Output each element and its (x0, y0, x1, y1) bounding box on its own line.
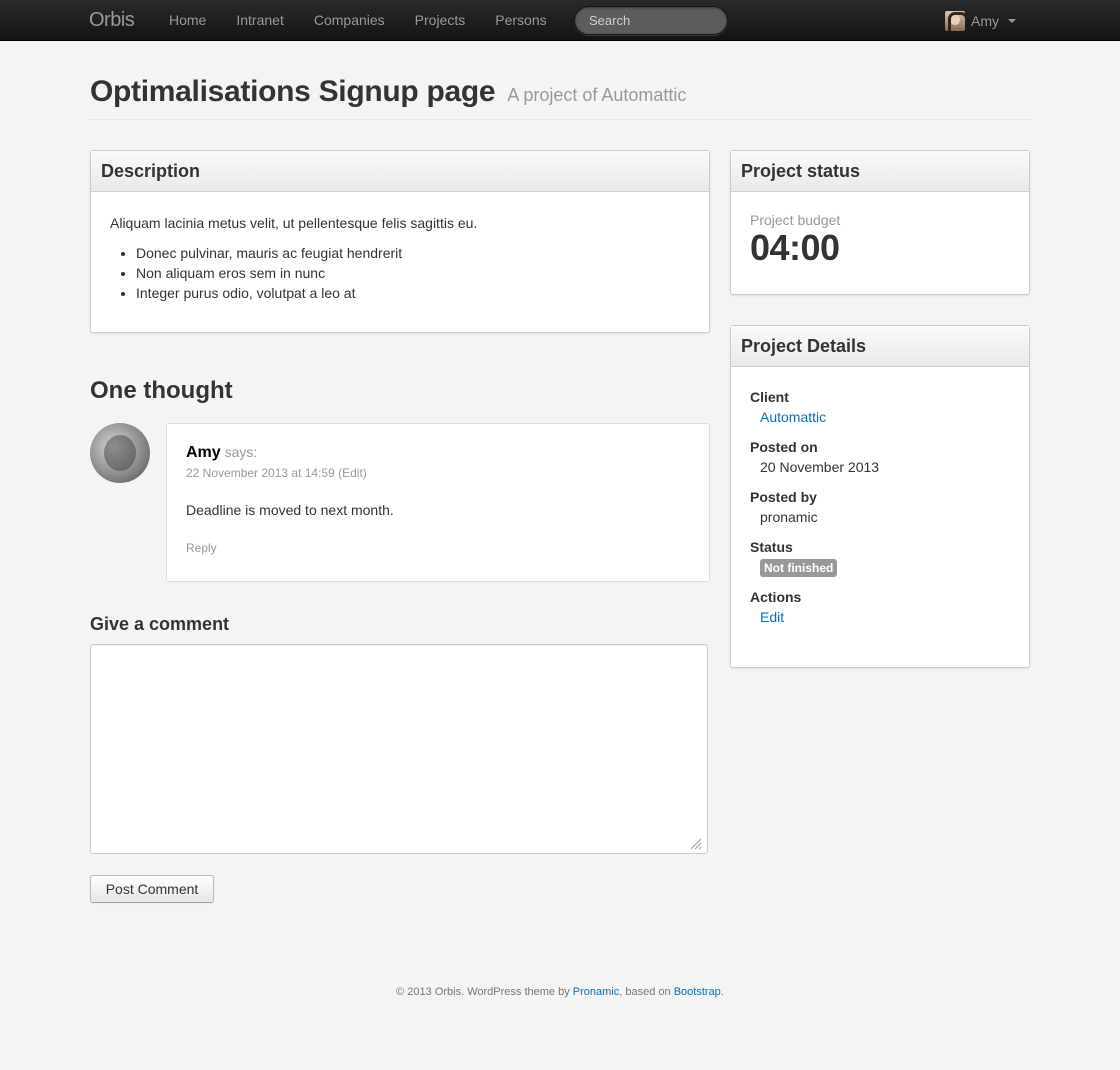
bootstrap-link[interactable]: Bootstrap (674, 986, 721, 998)
status-badge: Not finished (760, 559, 838, 577)
footer-copyright: © 2013 Orbis. WordPress theme by (396, 986, 570, 998)
comment-header: Amy says: (186, 444, 690, 462)
nav-item-intranet: Intranet (221, 0, 298, 41)
nav-link-projects[interactable]: Projects (400, 0, 481, 41)
description-text: Aliquam lacinia metus velit, ut pellente… (110, 215, 478, 231)
resize-handle-icon[interactable] (688, 836, 702, 850)
comment-says: says: (224, 444, 258, 460)
posted-on-label: Posted on (750, 439, 818, 455)
comment-avatar (90, 423, 150, 483)
project-details-heading: Project Details (731, 326, 1029, 367)
actions-value-wrap: Edit (760, 607, 1010, 627)
comment-author: Amy (186, 444, 221, 461)
comment-edit-link[interactable]: (Edit) (338, 466, 367, 480)
comment-meta: 22 November 2013 at 14:59 (Edit) (186, 466, 690, 480)
footer: © 2013 Orbis. WordPress theme by Pronami… (0, 986, 1120, 998)
search-input[interactable] (574, 6, 728, 35)
comment-form-title: Give a comment (90, 614, 230, 634)
list-item: Integer purus odio, volutpat a leo at (136, 283, 690, 303)
project-title: Optimalisations Signup page (90, 75, 496, 108)
comment-text: Deadline is moved to next month. (186, 502, 394, 518)
status-value-wrap: Not finished (760, 557, 1010, 577)
nav-link-home[interactable]: Home (154, 0, 221, 41)
client-link[interactable]: Automattic (760, 409, 826, 425)
reply-link[interactable]: Reply (186, 541, 217, 555)
budget-value: 04:00 (750, 227, 840, 268)
nav-item-companies: Companies (299, 0, 400, 41)
nav-link-intranet[interactable]: Intranet (221, 0, 298, 41)
user-name: Amy (971, 12, 999, 29)
comment-item: Amy says: 22 November 2013 at 14:59 (Edi… (166, 423, 710, 582)
client-label: Client (750, 389, 789, 405)
status-label: Status (750, 539, 793, 555)
user-avatar (945, 10, 965, 31)
pronamic-link[interactable]: Pronamic (573, 986, 619, 998)
client-value-wrap: Automattic (760, 407, 1010, 427)
details-list: Client Automattic Posted on 20 November … (750, 387, 1010, 627)
brand-logo[interactable]: Orbis (89, 9, 135, 32)
list-item: Non aliquam eros sem in nunc (136, 263, 690, 283)
budget-label: Project budget (750, 212, 841, 228)
description-heading: Description (91, 151, 709, 192)
project-status-panel: Project status Project budget 04:00 (730, 150, 1030, 295)
project-status-heading: Project status (731, 151, 1029, 192)
post-comment-button[interactable]: Post Comment (90, 875, 214, 903)
list-item: Donec pulvinar, mauris ac feugiat hendre… (136, 243, 690, 263)
description-body: Aliquam lacinia metus velit, ut pellente… (91, 192, 709, 325)
nav-link-companies[interactable]: Companies (299, 0, 400, 41)
posted-on-value: 20 November 2013 (760, 459, 880, 475)
project-details-body: Client Automattic Posted on 20 November … (731, 367, 1029, 659)
description-panel: Description Aliquam lacinia metus velit,… (90, 150, 710, 333)
posted-by-label: Posted by (750, 489, 817, 505)
project-subtitle: A project of Automattic (507, 85, 687, 105)
main-nav: Home Intranet Companies Projects Persons (154, 0, 562, 41)
footer-based-on: , based on (619, 986, 671, 998)
description-list: Donec pulvinar, mauris ac feugiat hendre… (136, 243, 690, 303)
user-menu[interactable]: Amy (945, 0, 1016, 41)
nav-item-projects: Projects (400, 0, 481, 41)
caret-down-icon (1008, 18, 1016, 23)
footer-end: . (720, 986, 724, 998)
page-title: Optimalisations Signup page A project of… (90, 72, 1030, 115)
project-status-body: Project budget 04:00 (731, 192, 1029, 290)
comment-date-link[interactable]: 22 November 2013 at 14:59 (186, 466, 335, 480)
comments-title: One thought (90, 377, 233, 404)
posted-by-value: pronamic (760, 509, 818, 525)
page-header: Optimalisations Signup page A project of… (90, 72, 1030, 120)
nav-item-home: Home (154, 0, 221, 41)
nav-item-persons: Persons (480, 0, 561, 41)
nav-link-persons[interactable]: Persons (480, 0, 561, 41)
edit-link[interactable]: Edit (760, 609, 784, 625)
actions-label: Actions (750, 589, 802, 605)
comment-textarea[interactable] (90, 644, 708, 854)
top-navbar: Orbis Home Intranet Companies Projects P… (0, 0, 1120, 41)
project-details-panel: Project Details Client Automattic Posted… (730, 325, 1030, 668)
